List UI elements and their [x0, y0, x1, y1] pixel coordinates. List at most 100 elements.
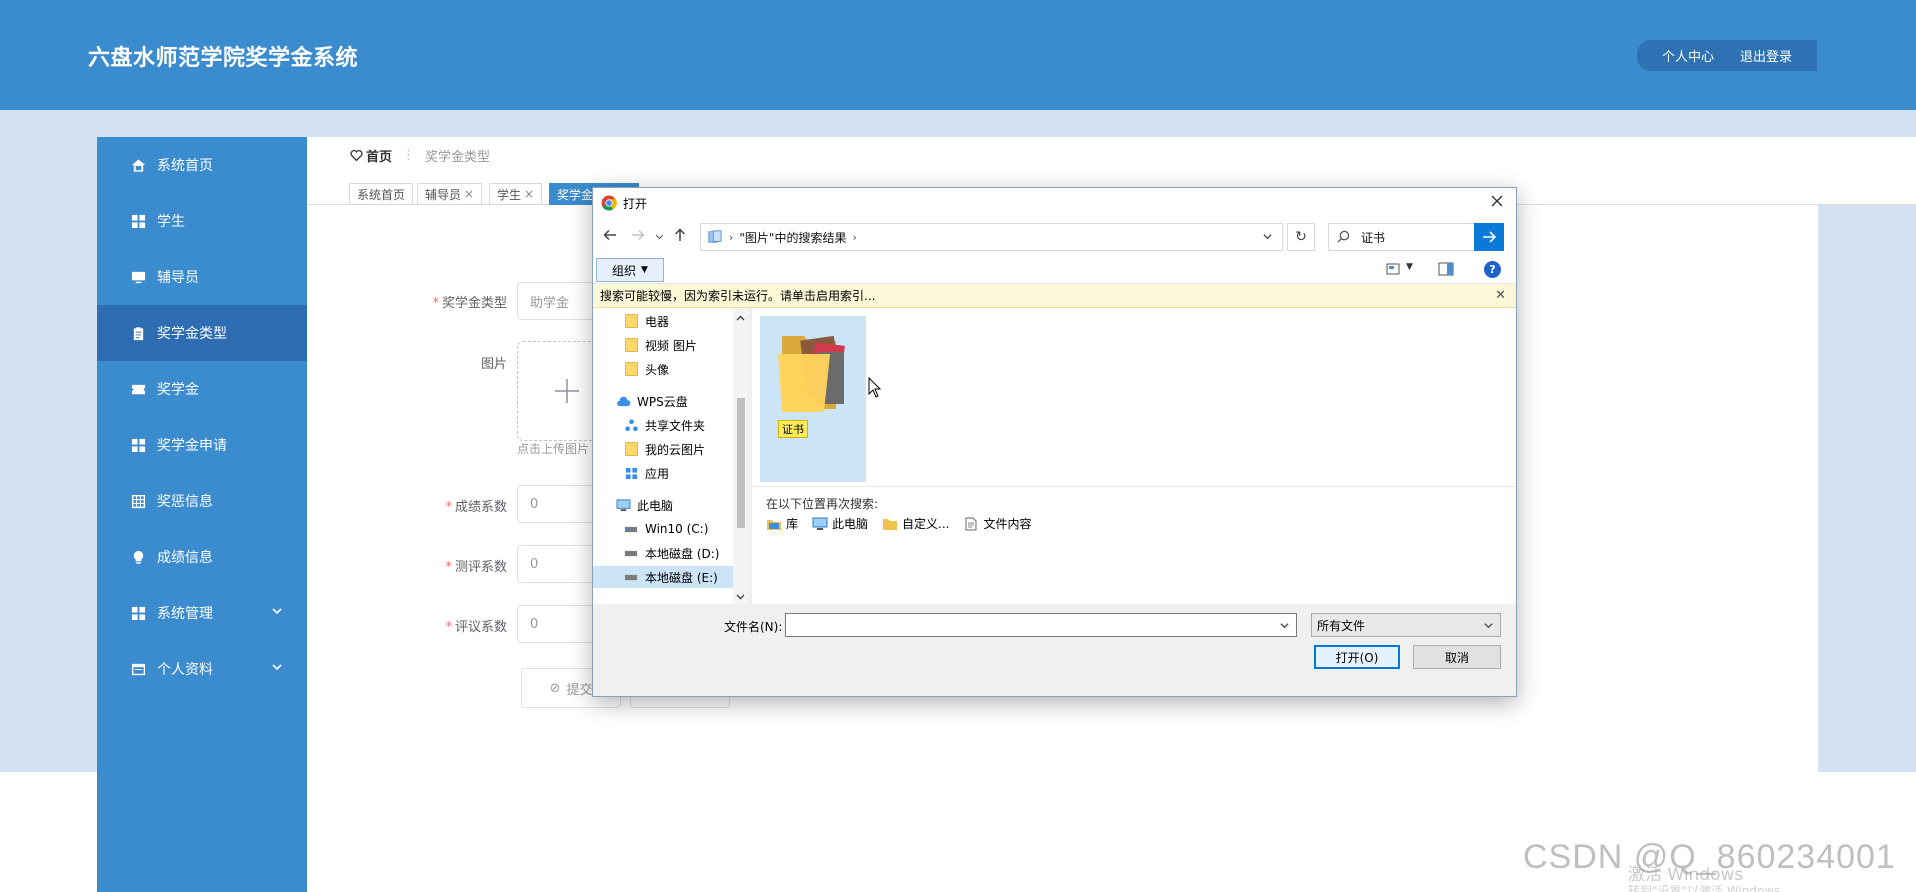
file-item[interactable]: 证书	[760, 316, 866, 482]
breadcrumb-home[interactable]: 首页	[350, 146, 392, 165]
home-icon	[129, 156, 147, 174]
chevron-down-icon[interactable]	[655, 230, 671, 246]
breadcrumb-separator: ⋮	[402, 148, 416, 163]
eval-label: * 测评系数	[445, 560, 507, 575]
search-again-panel: 在以下位置再次搜索: 库 此电脑 自定义... 文件内容	[752, 486, 1516, 604]
navigation-tree: 电器 视频 图片 头像 WPS云盘 共享文件夹 我的云图片 应用 此电脑 Win…	[593, 308, 748, 604]
search-go-button[interactable]	[1474, 223, 1504, 251]
organize-button[interactable]: 组织 ▼	[596, 258, 664, 282]
address-bar[interactable]: › "图片"中的搜索结果 ›	[700, 223, 1283, 251]
tree-item-wps-cloud[interactable]: WPS云盘	[593, 390, 733, 412]
scrollbar-thumb[interactable]	[737, 398, 745, 528]
search-again-library[interactable]: 库	[766, 515, 798, 532]
help-icon[interactable]: ?	[1484, 261, 1501, 278]
pc-icon	[615, 498, 631, 512]
tree-item-drive-d[interactable]: 本地磁盘 (D:)	[593, 542, 733, 564]
tab-student[interactable]: 学生 ×	[489, 183, 543, 205]
library-icon	[767, 519, 781, 530]
chevron-down-icon[interactable]: ▼	[1406, 262, 1413, 272]
dialog-toolbar: 组织 ▼ ▼ ?	[593, 254, 1516, 284]
document-icon	[965, 517, 977, 530]
tree-item-drive-e[interactable]: 本地磁盘 (E:)	[593, 566, 733, 588]
address-text: "图片"中的搜索结果	[739, 230, 847, 245]
bulb-icon	[129, 548, 147, 566]
chevron-down-icon[interactable]	[1262, 231, 1274, 243]
preview-pane-icon[interactable]	[1438, 262, 1454, 276]
chevron-down-icon[interactable]	[1279, 620, 1290, 635]
sidebar-item-student[interactable]: 学生	[97, 193, 307, 249]
close-icon[interactable]	[1490, 194, 1506, 210]
chevron-down-icon[interactable]	[271, 605, 285, 619]
index-infobar[interactable]: 搜索可能较慢，因为索引未运行。请单击启用索引... ✕	[593, 284, 1516, 308]
file-content-area: 证书 在以下位置再次搜索: 库 此电脑 自定义... 文件内容	[752, 308, 1516, 604]
tree-scrollbar[interactable]	[733, 308, 748, 604]
tree-item-this-pc[interactable]: 此电脑	[593, 494, 733, 516]
filename-label: 文件名(N):	[724, 620, 783, 634]
search-again-custom[interactable]: 自定义...	[882, 515, 949, 532]
sidebar: 系统首页 学生 辅导员 奖学金类型 奖学金 奖学金申请 奖惩信息 成绩信息 系统…	[97, 137, 307, 892]
app-title: 六盘水师范学院奖学金系统	[88, 46, 359, 71]
chevron-down-icon[interactable]	[736, 590, 745, 600]
refresh-button[interactable]: ↻	[1287, 223, 1315, 251]
clipboard-icon	[129, 324, 147, 342]
search-input[interactable]: 证书	[1361, 229, 1385, 246]
chevron-down-icon[interactable]	[1483, 620, 1494, 634]
check-icon: ⊘	[549, 680, 561, 696]
card-icon	[129, 660, 147, 678]
upload-hint: 点击上传图片	[517, 442, 590, 456]
tree-item-appliances[interactable]: 电器	[593, 310, 733, 332]
search-results-icon	[708, 230, 722, 243]
breadcrumb-current: 奖学金类型	[425, 150, 491, 165]
sidebar-item-rewards[interactable]: 奖惩信息	[97, 473, 307, 529]
up-arrow-icon[interactable]	[673, 228, 689, 244]
sidebar-item-scholarship-apply[interactable]: 奖学金申请	[97, 417, 307, 473]
tree-item-apps[interactable]: 应用	[593, 462, 733, 484]
close-icon[interactable]: ✕	[1495, 288, 1506, 303]
sidebar-item-scholarship-type[interactable]: 奖学金类型	[97, 305, 307, 361]
close-icon[interactable]: ×	[524, 187, 534, 201]
search-again-title: 在以下位置再次搜索:	[766, 497, 879, 511]
sidebar-item-counselor[interactable]: 辅导员	[97, 249, 307, 305]
drive-icon	[623, 546, 639, 560]
sidebar-item-profile[interactable]: 个人资料	[97, 641, 307, 697]
file-name-label: 证书	[778, 420, 808, 438]
sidebar-item-home[interactable]: 系统首页	[97, 137, 307, 193]
tab-home[interactable]: 系统首页	[349, 183, 414, 205]
personal-center-link[interactable]: 个人中心	[1662, 46, 1714, 65]
forward-arrow-icon[interactable]	[631, 228, 647, 244]
heart-icon	[350, 149, 363, 162]
monitor-icon	[129, 268, 147, 286]
chevron-down-icon[interactable]	[271, 661, 285, 675]
tree-item-drive-c[interactable]: Win10 (C:)	[593, 518, 733, 540]
back-arrow-icon[interactable]	[603, 228, 619, 244]
grid-icon	[129, 212, 147, 230]
grid-icon	[129, 436, 147, 454]
folder-icon	[623, 338, 639, 352]
chevron-up-icon[interactable]	[736, 312, 745, 321]
search-again-file-content[interactable]: 文件内容	[963, 515, 1032, 532]
dialog-bottom-bar: 文件名(N): 所有文件 打开(O) 取消	[593, 604, 1516, 696]
search-box[interactable]: 证书	[1328, 223, 1498, 251]
folder-icon	[883, 518, 898, 530]
tab-counselor[interactable]: 辅导员 ×	[417, 183, 483, 205]
review-label: * 评议系数	[445, 620, 507, 635]
close-icon[interactable]: ×	[464, 187, 474, 201]
ticket-icon	[129, 380, 147, 398]
logout-link[interactable]: 退出登录	[1740, 46, 1792, 65]
filetype-select[interactable]: 所有文件	[1311, 613, 1501, 637]
tree-item-video-images[interactable]: 视频 图片	[593, 334, 733, 356]
tree-item-avatar[interactable]: 头像	[593, 358, 733, 380]
sidebar-item-scholarship[interactable]: 奖学金	[97, 361, 307, 417]
mouse-cursor-icon	[868, 377, 882, 398]
search-again-this-pc[interactable]: 此电脑	[812, 515, 868, 532]
sidebar-item-grades[interactable]: 成绩信息	[97, 529, 307, 585]
sidebar-item-system[interactable]: 系统管理	[97, 585, 307, 641]
tree-item-cloud-images[interactable]: 我的云图片	[593, 438, 733, 460]
score-label: * 成绩系数	[445, 500, 507, 515]
open-button[interactable]: 打开(O)	[1314, 645, 1400, 669]
search-again-list: 库 此电脑 自定义... 文件内容	[766, 515, 1032, 532]
view-options-icon[interactable]	[1386, 262, 1402, 276]
tree-item-shared-folder[interactable]: 共享文件夹	[593, 414, 733, 436]
cancel-button[interactable]: 取消	[1413, 645, 1501, 669]
filename-input[interactable]	[785, 613, 1297, 637]
